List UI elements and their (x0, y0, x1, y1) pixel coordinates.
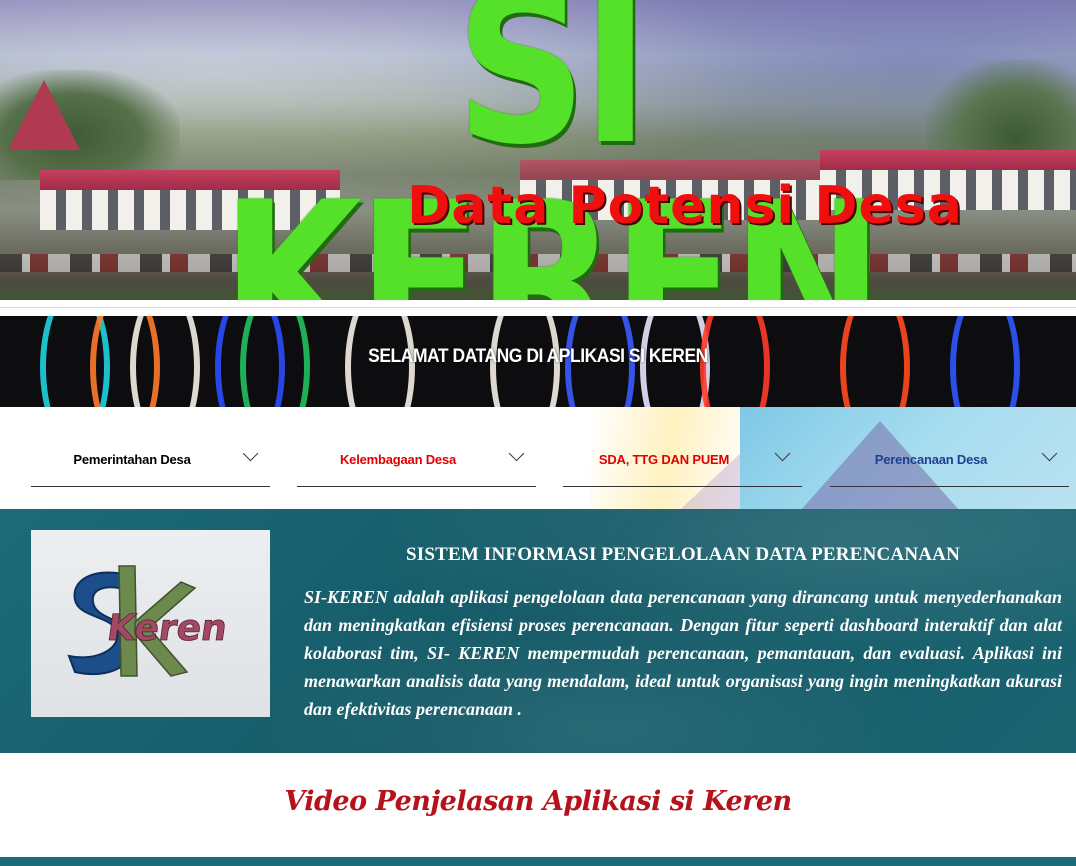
chevron-down-icon (242, 445, 259, 462)
welcome-text: SELAMAT DATANG DI APLIKASI SI KEREN (368, 346, 708, 367)
hero-banner: SI KEREN Data Potensi Desa (0, 0, 1076, 300)
category-menu: Pemerintahan Desa Kelembagaan Desa SDA, … (0, 407, 1076, 509)
dropdown-perencanaan-desa[interactable]: Perencanaan Desa (830, 444, 1069, 487)
dropdown-label: SDA, TTG DAN PUEM (598, 452, 730, 467)
dropdown-sda-ttg-puem[interactable]: SDA, TTG DAN PUEM (563, 444, 802, 487)
hero-pagoda-roof (8, 80, 80, 150)
dropdown-label: Perencanaan Desa (874, 452, 988, 467)
hero-title: SI KEREN (221, 0, 884, 300)
chevron-down-icon (774, 445, 791, 462)
divider (0, 307, 1076, 308)
hero-subtitle: Data Potensi Desa (407, 176, 963, 236)
video-section-title: Video Penjelasan Aplikasi si Keren (284, 786, 792, 817)
logo-graphic: Keren (67, 565, 230, 677)
info-section: Keren SISTEM INFORMASI PENGELOLAAN DATA … (0, 509, 1076, 753)
video-section-bar (0, 857, 1076, 866)
dropdown-kelembagaan-desa[interactable]: Kelembagaan Desa (297, 444, 536, 487)
si-keren-logo: Keren (31, 530, 270, 717)
logo-text: Keren (105, 606, 230, 649)
welcome-banner: SELAMAT DATANG DI APLIKASI SI KEREN (0, 316, 1076, 407)
chevron-down-icon (508, 445, 525, 462)
info-title: SISTEM INFORMASI PENGELOLAAN DATA PERENC… (405, 544, 961, 565)
dropdown-label: Kelembagaan Desa (339, 452, 457, 467)
info-description: SI-KEREN adalah aplikasi pengelolaan dat… (304, 587, 1062, 719)
dropdown-label: Pemerintahan Desa (73, 452, 191, 467)
chevron-down-icon (1041, 445, 1058, 462)
dropdown-pemerintahan-desa[interactable]: Pemerintahan Desa (31, 444, 270, 487)
